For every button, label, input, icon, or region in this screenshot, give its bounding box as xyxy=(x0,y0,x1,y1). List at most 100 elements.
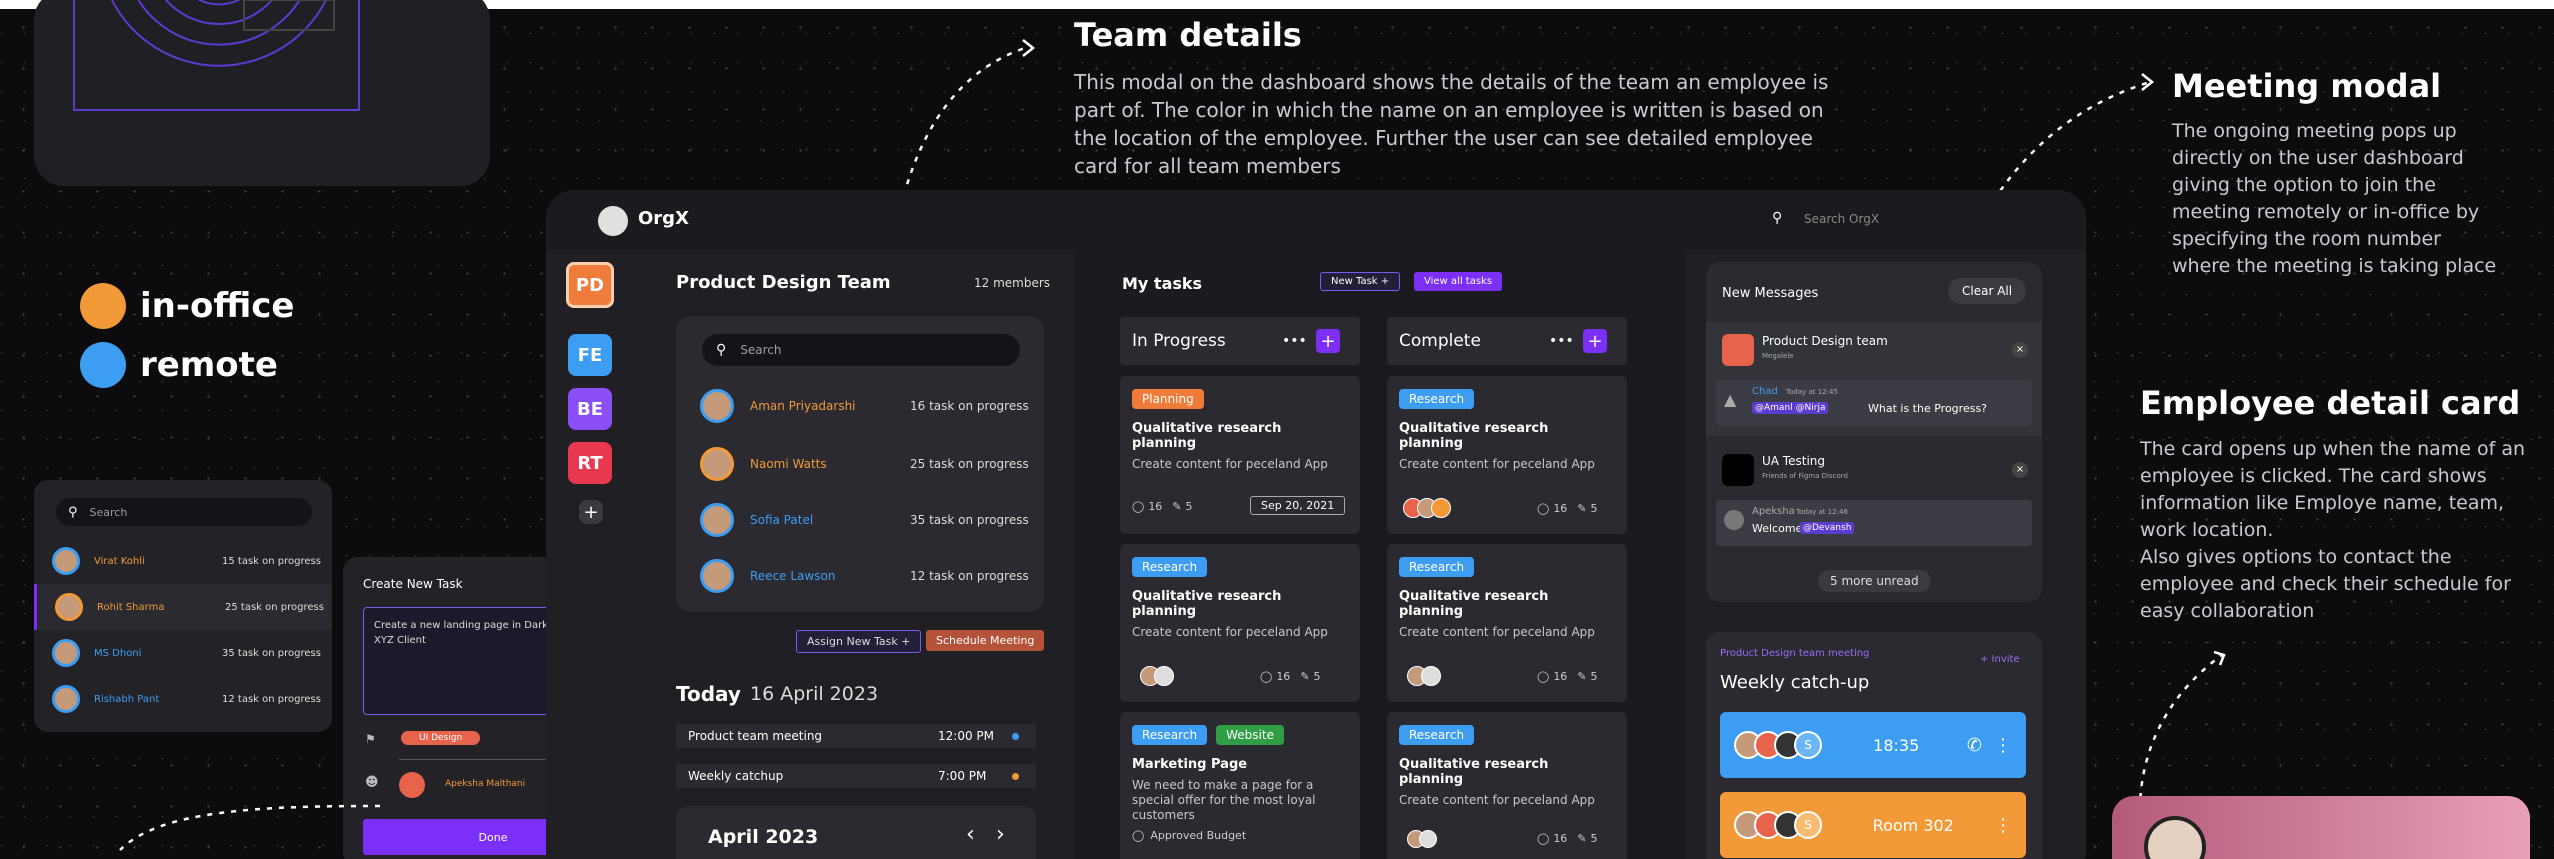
avatar xyxy=(1431,498,1451,518)
message-time: Today at 12:46 xyxy=(1796,508,1848,516)
assignee-avatars xyxy=(1403,498,1451,518)
avatar xyxy=(700,559,734,593)
task-title: Qualitative research planning xyxy=(1399,757,1549,787)
more-icon[interactable]: ••• xyxy=(1549,333,1583,349)
comment-icon: ◯ xyxy=(1132,500,1145,513)
task-subtitle: Create content for peceland App xyxy=(1399,625,1595,639)
task-tag: Research xyxy=(1132,725,1208,745)
column-complete: Complete ••• + xyxy=(1387,317,1627,365)
list-item[interactable]: Naomi Watts 25 task on progress xyxy=(676,436,1044,492)
global-search-input[interactable]: Search OrgX xyxy=(1804,212,1879,226)
employee-detail-card[interactable] xyxy=(2112,796,2530,859)
assignee-avatars xyxy=(1140,666,1174,686)
member-search-input[interactable]: ⚲ Search xyxy=(702,334,1020,366)
add-task-button[interactable]: + xyxy=(1316,329,1340,353)
more-icon[interactable]: ⋮ xyxy=(1994,815,2012,836)
add-task-button[interactable]: + xyxy=(1583,329,1607,353)
member-search-placeholder: Search xyxy=(740,343,782,357)
message-group[interactable]: UA Testing Friends of Figma Discord × Ap… xyxy=(1706,442,2042,556)
comment-icon: ◯ xyxy=(1537,670,1550,683)
member-name[interactable]: Reece Lawson xyxy=(750,569,910,583)
new-task-button[interactable]: New Task + xyxy=(1320,272,1401,291)
attachment-icon: ✎ xyxy=(1577,502,1587,515)
avatar xyxy=(1724,510,1744,530)
team-pd-button[interactable]: PD xyxy=(566,262,614,308)
list-item[interactable]: Reece Lawson 12 task on progress xyxy=(676,548,1044,604)
message-bubble: ▲ Chad Today at 12:45 @Amanl @Nirja What… xyxy=(1716,380,2032,426)
task-meta: ◯ 16 ✎ 5 xyxy=(1537,832,1598,845)
team-be-button[interactable]: BE xyxy=(568,388,612,430)
attachment-count: 5 xyxy=(1185,500,1193,513)
join-remote-button[interactable]: S 18:35 ✆ ⋮ xyxy=(1720,712,2026,778)
group-avatar xyxy=(1722,454,1754,486)
avatar xyxy=(700,503,734,537)
invite-button[interactable]: + Invite xyxy=(1980,654,2020,665)
message-group[interactable]: Product Design team Megalele × ▲ Chad To… xyxy=(1706,322,2042,436)
task-card[interactable]: Research Qualitative research planning C… xyxy=(1120,544,1360,702)
list-item[interactable]: Aman Priyadarshi 16 task on progress xyxy=(676,378,1044,434)
member-tasks: 35 task on progress xyxy=(910,513,1029,527)
event-row[interactable]: Product team meeting 12:00 PM xyxy=(676,724,1036,748)
task-tag: Research xyxy=(1399,389,1475,409)
close-icon[interactable]: × xyxy=(2012,342,2028,358)
team-fe-button[interactable]: FE xyxy=(568,334,612,376)
search-icon: ⚲ xyxy=(716,342,727,358)
event-dot xyxy=(1012,772,1019,780)
column-in-progress: In Progress ••• + xyxy=(1120,317,1360,365)
avatar xyxy=(1154,666,1174,686)
task-tag: Research xyxy=(1399,557,1475,577)
prev-month-icon[interactable]: ‹ xyxy=(966,822,975,847)
team-rt-button[interactable]: RT xyxy=(568,442,612,484)
member-name[interactable]: Naomi Watts xyxy=(750,457,910,471)
task-tag: Research xyxy=(1399,725,1475,745)
join-in-office-button[interactable]: S Room 302 ⋮ xyxy=(1720,792,2026,858)
task-tag: Research xyxy=(1132,557,1208,577)
calendar-month: April 2023 xyxy=(708,826,819,848)
participant-count: S xyxy=(1794,731,1822,759)
due-date-badge: Sep 20, 2021 xyxy=(1250,496,1346,515)
phone-icon[interactable]: ✆ xyxy=(1967,735,1982,756)
list-item[interactable]: Sofia Patel 35 task on progress xyxy=(676,492,1044,548)
add-team-button[interactable]: + xyxy=(579,500,603,524)
avatar xyxy=(1421,666,1441,686)
right-column: New Messages Clear All Product Design te… xyxy=(1686,250,2086,859)
member-name[interactable]: Aman Priyadarshi xyxy=(750,399,910,413)
team-details-title: Team details xyxy=(1074,16,1302,54)
next-month-icon[interactable]: › xyxy=(996,822,1005,847)
comment-icon: ◯ xyxy=(1260,670,1273,683)
comment-count: 16 xyxy=(1148,500,1163,513)
member-tasks: 25 task on progress xyxy=(910,457,1029,471)
avatar xyxy=(1419,830,1437,848)
sender-name: Chad xyxy=(1752,386,1778,397)
event-row[interactable]: Weekly catchup 7:00 PM xyxy=(676,764,1036,788)
view-all-tasks-button[interactable]: View all tasks xyxy=(1414,272,1503,291)
schedule-meeting-button[interactable]: Schedule Meeting xyxy=(926,630,1045,651)
team-title: Product Design Team xyxy=(676,272,891,293)
more-unread-button[interactable]: 5 more unread xyxy=(1818,570,1931,592)
app-header: OrgX ⚲ Search OrgX xyxy=(546,190,2086,250)
close-icon[interactable]: × xyxy=(2012,462,2028,478)
messages-panel: New Messages Clear All Product Design te… xyxy=(1706,262,2042,602)
task-subtitle: We need to make a page for a special off… xyxy=(1132,778,1316,822)
task-card[interactable]: Research Website Marketing Page We need … xyxy=(1120,712,1360,859)
task-card[interactable]: Planning Qualitative research planning C… xyxy=(1120,376,1360,534)
task-card[interactable]: Research Qualitative research planning C… xyxy=(1387,376,1627,534)
more-icon[interactable]: ⋮ xyxy=(1994,735,2012,756)
column-title: In Progress xyxy=(1132,331,1226,351)
participant-count: S xyxy=(1794,811,1822,839)
team-details-panel: Product Design Team 12 members ⚲ Search … xyxy=(656,250,1074,859)
task-card[interactable]: Research Qualitative research planning C… xyxy=(1387,712,1627,859)
meeting-modal: Product Design team meeting + Invite Wee… xyxy=(1706,632,2042,859)
event-time: 12:00 PM xyxy=(938,729,994,743)
checklist-item[interactable]: ◯ Approved Budget xyxy=(1132,829,1348,842)
attachment-count: 5 xyxy=(1590,502,1598,515)
more-icon[interactable]: ••• xyxy=(1282,333,1316,349)
task-card[interactable]: Research Qualitative research planning C… xyxy=(1387,544,1627,702)
assign-task-button[interactable]: Assign New Task + xyxy=(796,630,922,653)
clear-all-button[interactable]: Clear All xyxy=(1948,278,2027,304)
attachment-icon: ✎ xyxy=(1300,670,1310,683)
member-name[interactable]: Sofia Patel xyxy=(750,513,910,527)
message-mentions: @Amanl @Nirja xyxy=(1752,402,1829,414)
task-title: Qualitative research planning xyxy=(1132,589,1282,619)
event-name: Weekly catchup xyxy=(688,769,784,783)
